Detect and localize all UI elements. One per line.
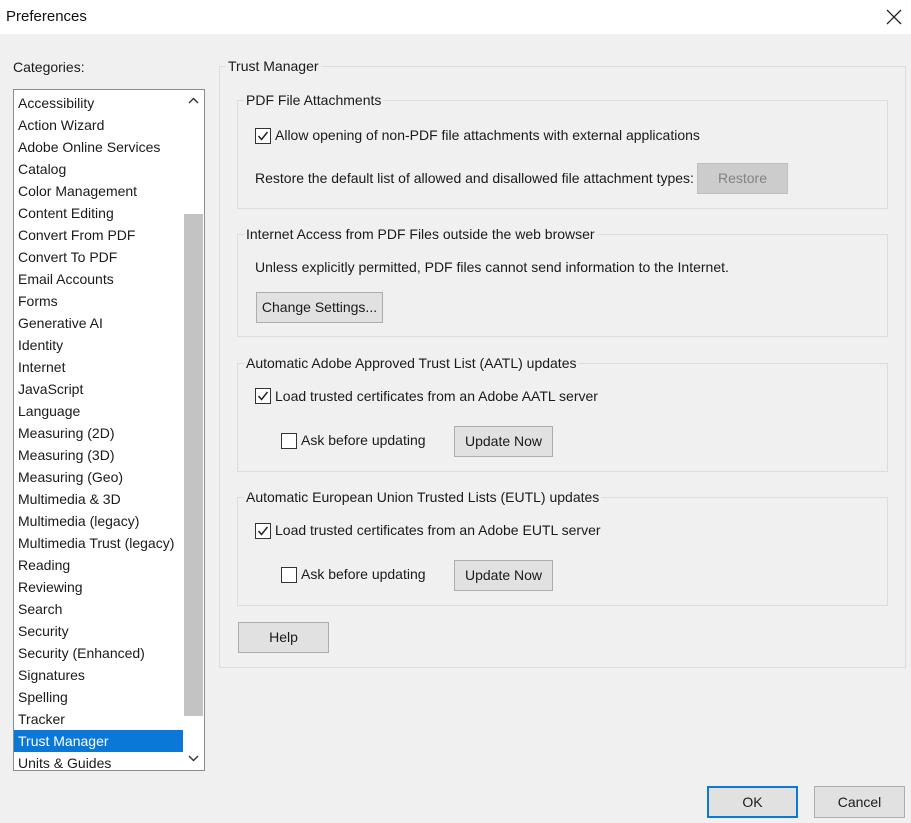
- change-settings-button[interactable]: Change Settings...: [256, 292, 383, 323]
- list-item[interactable]: Multimedia (legacy): [14, 510, 183, 532]
- eutl-title: Automatic European Union Trusted Lists (…: [244, 489, 602, 505]
- aatl-ask-checkbox[interactable]: [281, 433, 297, 449]
- list-item[interactable]: Adobe Online Services: [14, 136, 183, 158]
- list-item[interactable]: Forms: [14, 290, 183, 312]
- checkmark-icon: [257, 391, 269, 401]
- aatl-update-now-button[interactable]: Update Now: [454, 426, 553, 457]
- allow-attachments-label: Allow opening of non-PDF file attachment…: [275, 127, 700, 143]
- eutl-update-now-button[interactable]: Update Now: [454, 560, 553, 591]
- list-item[interactable]: Units & Guides: [14, 752, 183, 770]
- eutl-load-checkbox[interactable]: [255, 523, 271, 539]
- list-item[interactable]: Convert To PDF: [14, 246, 183, 268]
- list-item[interactable]: Measuring (3D): [14, 444, 183, 466]
- categories-items: Accessibility Action Wizard Adobe Online S…: [14, 92, 183, 770]
- checkmark-icon: [257, 526, 269, 536]
- list-item[interactable]: Generative AI: [14, 312, 183, 334]
- title-bar: Preferences: [0, 0, 911, 34]
- list-item[interactable]: Action Wizard: [14, 114, 183, 136]
- restore-button[interactable]: Restore: [697, 163, 788, 194]
- list-item[interactable]: Identity: [14, 334, 183, 356]
- list-item[interactable]: Reviewing: [14, 576, 183, 598]
- categories-list[interactable]: Accessibility Action Wizard Adobe Online S…: [13, 89, 205, 771]
- list-item[interactable]: Trust Manager: [14, 730, 183, 752]
- restore-text: Restore the default list of allowed and …: [255, 170, 694, 186]
- list-item[interactable]: Signatures: [14, 664, 183, 686]
- panel-title: Trust Manager: [226, 58, 321, 74]
- scrollbar-thumb[interactable]: [184, 214, 203, 716]
- list-item[interactable]: Multimedia & 3D: [14, 488, 183, 510]
- scroll-up-button[interactable]: [183, 90, 204, 112]
- list-item[interactable]: Language: [14, 400, 183, 422]
- chevron-up-icon: [188, 97, 199, 104]
- help-button[interactable]: Help: [238, 622, 329, 653]
- list-item[interactable]: Search: [14, 598, 183, 620]
- list-item[interactable]: Tracker: [14, 708, 183, 730]
- aatl-title: Automatic Adobe Approved Trust List (AAT…: [244, 355, 579, 371]
- attachments-group: PDF File Attachments: [237, 92, 888, 209]
- list-item[interactable]: Security: [14, 620, 183, 642]
- close-button[interactable]: [877, 0, 911, 34]
- close-icon: [886, 9, 902, 25]
- attachments-title: PDF File Attachments: [244, 92, 384, 108]
- list-item[interactable]: Color Management: [14, 180, 183, 202]
- aatl-load-checkbox[interactable]: [255, 388, 271, 404]
- list-item[interactable]: Catalog: [14, 158, 183, 180]
- list-item[interactable]: Reading: [14, 554, 183, 576]
- list-item[interactable]: Accessibility: [14, 92, 183, 114]
- list-item[interactable]: Multimedia Trust (legacy): [14, 532, 183, 554]
- checkmark-icon: [257, 131, 269, 141]
- eutl-group: Automatic European Union Trusted Lists (…: [237, 489, 888, 606]
- aatl-group: Automatic Adobe Approved Trust List (AAT…: [237, 355, 888, 472]
- internet-access-title: Internet Access from PDF Files outside t…: [244, 226, 597, 242]
- categories-label: Categories:: [13, 59, 85, 75]
- allow-attachments-checkbox[interactable]: [255, 128, 271, 144]
- list-item[interactable]: Spelling: [14, 686, 183, 708]
- list-item[interactable]: Internet: [14, 356, 183, 378]
- categories-scrollbar[interactable]: [183, 90, 204, 770]
- list-item[interactable]: Measuring (2D): [14, 422, 183, 444]
- list-item[interactable]: JavaScript: [14, 378, 183, 400]
- internet-info-text: Unless explicitly permitted, PDF files c…: [255, 259, 729, 275]
- list-item[interactable]: Content Editing: [14, 202, 183, 224]
- list-item[interactable]: Measuring (Geo): [14, 466, 183, 488]
- eutl-ask-checkbox[interactable]: [281, 567, 297, 583]
- window-title: Preferences: [6, 8, 87, 25]
- aatl-ask-label: Ask before updating: [301, 432, 426, 448]
- list-item[interactable]: Security (Enhanced): [14, 642, 183, 664]
- eutl-load-label: Load trusted certificates from an Adobe …: [275, 522, 601, 538]
- cancel-button[interactable]: Cancel: [814, 786, 905, 818]
- list-item[interactable]: Convert From PDF: [14, 224, 183, 246]
- eutl-ask-label: Ask before updating: [301, 566, 426, 582]
- scroll-down-button[interactable]: [183, 748, 204, 770]
- ok-button[interactable]: OK: [707, 786, 798, 818]
- aatl-load-label: Load trusted certificates from an Adobe …: [275, 388, 598, 404]
- list-item[interactable]: Email Accounts: [14, 268, 183, 290]
- chevron-down-icon: [188, 755, 199, 762]
